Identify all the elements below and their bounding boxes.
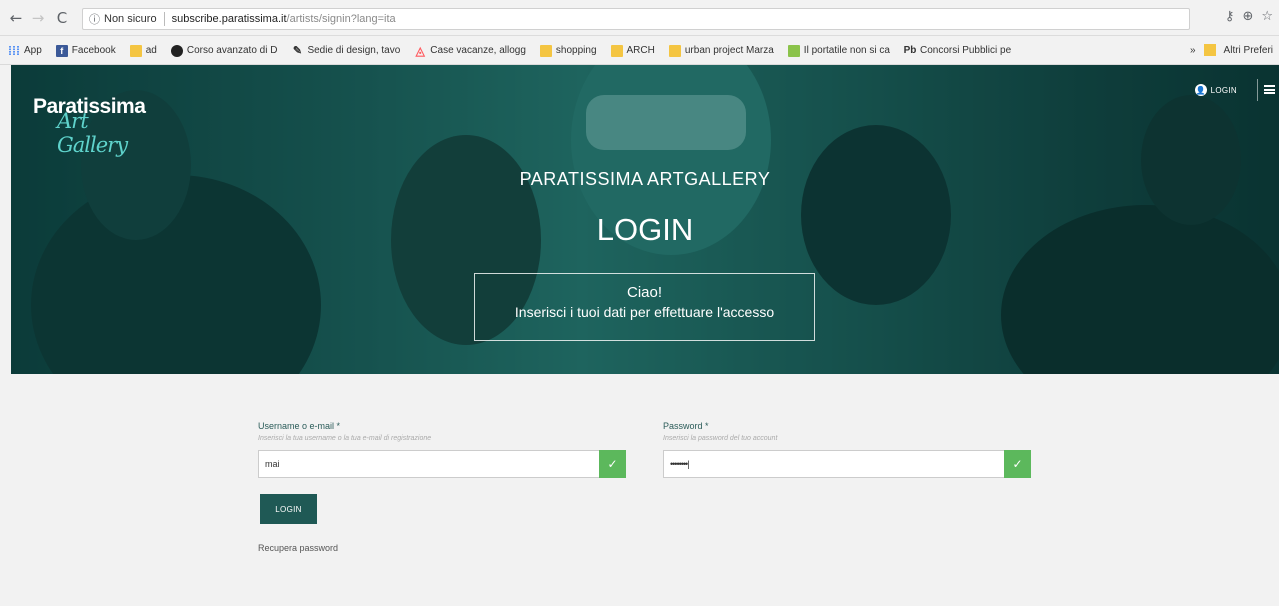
address-bar[interactable]: ⓘ Non sicuro subscribe.paratissima.it /a… xyxy=(82,8,1190,30)
grid-icon xyxy=(787,44,800,57)
bookmark-label: Concorsi Pubblici pe xyxy=(919,45,1012,56)
bookmark-star-icon[interactable]: ☆ xyxy=(1261,9,1273,24)
password-label: Password * xyxy=(663,421,709,431)
bookmarks-right: » Altri Preferi xyxy=(1190,44,1273,56)
moon-icon xyxy=(170,44,183,57)
header-login-link[interactable]: 👤 LOGIN xyxy=(1194,84,1237,96)
hero-instructions: Inserisci i tuoi dati per effettuare l'a… xyxy=(514,304,775,320)
username-input[interactable]: mai xyxy=(258,450,600,478)
bookmark-case-vacanze[interactable]: ◬ Case vacanze, allogg xyxy=(414,43,526,58)
user-icon: 👤 xyxy=(1194,84,1207,96)
bookmark-corso[interactable]: Corso avanzato di D xyxy=(170,44,278,57)
folder-icon xyxy=(610,44,623,57)
bookmarks-overflow-button[interactable]: » xyxy=(1190,45,1196,56)
apps-icon: ⁞⁞⁞ xyxy=(8,43,20,58)
page: Paratissima Art Gallery 👤 LOGIN PARATISS… xyxy=(11,65,1279,606)
bookmark-label: Il portatile non si ca xyxy=(803,45,890,56)
airbnb-icon: ◬ xyxy=(415,43,425,58)
bookmark-portatile[interactable]: Il portatile non si ca xyxy=(787,44,890,57)
folder-icon xyxy=(1203,44,1216,56)
username-label: Username o e-mail * xyxy=(258,421,341,431)
bookmark-label: Sedie di design, tavo xyxy=(307,45,401,56)
url-domain: subscribe.paratissima.it xyxy=(171,13,287,25)
folder-icon xyxy=(129,44,142,57)
bookmark-label: ARCH xyxy=(626,45,655,56)
reload-button[interactable]: C xyxy=(52,8,72,28)
bookmark-arch[interactable]: ARCH xyxy=(610,44,655,57)
password-key-icon[interactable]: ⚷ xyxy=(1225,9,1235,24)
url-separator xyxy=(163,12,165,26)
bookmark-label: shopping xyxy=(555,45,597,56)
username-hint: Inserisci la tua username o la tua e-mai… xyxy=(258,435,432,442)
toolbar-right-icons: ⚷ ⊕ ☆ xyxy=(1225,9,1273,24)
bookmark-concorsi[interactable]: Pb Concorsi Pubblici pe xyxy=(903,45,1012,57)
facebook-icon: f xyxy=(55,44,68,57)
hero-title: LOGIN xyxy=(596,212,694,247)
folder-icon xyxy=(539,44,552,57)
security-label: Non sicuro xyxy=(104,13,157,25)
password-valid-check-icon: ✓ xyxy=(1004,450,1031,478)
browser-toolbar: ← → C ⓘ Non sicuro subscribe.paratissima… xyxy=(0,0,1279,36)
back-button[interactable]: ← xyxy=(6,8,26,28)
zoom-icon[interactable]: ⊕ xyxy=(1242,9,1253,24)
pb-icon: Pb xyxy=(903,45,917,56)
hero-banner: Paratissima Art Gallery 👤 LOGIN PARATISS… xyxy=(11,65,1279,374)
username-valid-check-icon: ✓ xyxy=(599,450,626,478)
logo-script: Art Gallery xyxy=(57,109,128,157)
hero-subtitle: PARATISSIMA ARTGALLERY xyxy=(519,169,771,189)
password-hint: Inserisci la password del tuo account xyxy=(663,435,778,442)
bookmark-label: Case vacanze, allogg xyxy=(430,45,526,56)
info-icon[interactable]: ⓘ xyxy=(89,11,100,27)
bookmark-label: Facebook xyxy=(71,45,116,56)
bookmark-sedie[interactable]: ✎ Sedie di design, tavo xyxy=(291,45,400,57)
pen-icon: ✎ xyxy=(292,45,303,57)
header-login-label: LOGIN xyxy=(1210,85,1237,95)
bookmark-ad[interactable]: ad xyxy=(129,44,157,57)
bookmark-apps[interactable]: ⁞⁞⁞ App xyxy=(8,43,42,58)
header-divider xyxy=(1257,79,1258,101)
other-bookmarks[interactable]: Altri Preferi xyxy=(1224,45,1273,56)
recover-password-link[interactable]: Recupera password xyxy=(258,543,338,553)
bookmark-label: urban project Marza xyxy=(684,45,774,56)
bookmark-facebook[interactable]: f Facebook xyxy=(55,44,116,57)
bookmark-label: Corso avanzato di D xyxy=(186,45,278,56)
bookmark-shopping[interactable]: shopping xyxy=(539,44,597,57)
logo[interactable]: Paratissima Art Gallery xyxy=(33,95,146,157)
login-button[interactable]: LOGIN xyxy=(260,494,317,524)
password-input[interactable]: ••••••••| xyxy=(663,450,1005,478)
hero-greeting: Ciao! xyxy=(626,284,663,301)
hero-greeting-box: Ciao! Inserisci i tuoi dati per effettua… xyxy=(474,273,815,341)
bookmark-label: ad xyxy=(145,45,157,56)
bookmark-urban-project[interactable]: urban project Marza xyxy=(668,44,774,57)
url-path: /artists/signin?lang=ita xyxy=(286,13,396,25)
folder-icon xyxy=(668,44,681,57)
hamburger-menu-icon[interactable] xyxy=(1264,85,1275,94)
bookmarks-bar: ⁞⁞⁞ App f Facebook ad Corso avanzato di D … xyxy=(0,37,1279,65)
bookmark-label: App xyxy=(24,45,42,56)
forward-button[interactable]: → xyxy=(28,8,48,28)
